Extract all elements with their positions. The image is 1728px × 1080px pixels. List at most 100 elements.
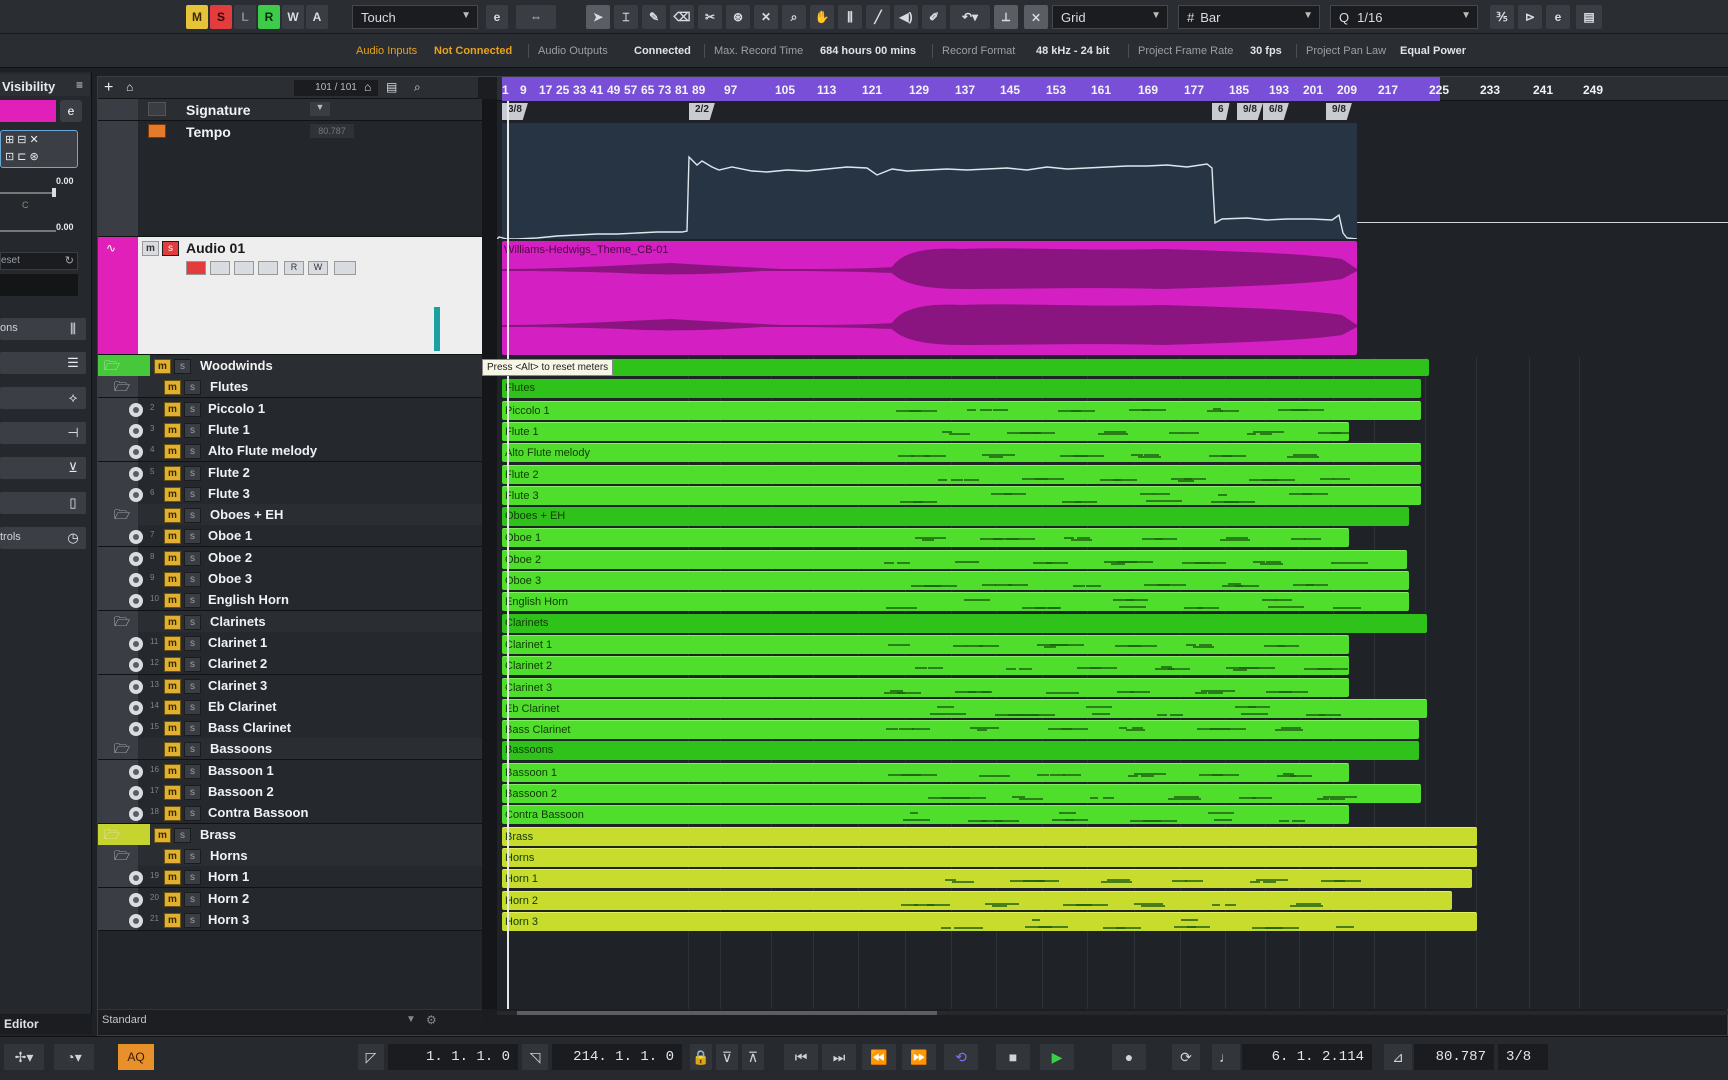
mute-button[interactable]: m [164, 912, 181, 928]
record-enable-button[interactable] [129, 551, 143, 566]
solo-button[interactable]: s [184, 848, 201, 864]
solo-button[interactable]: s [184, 891, 201, 907]
solo-button[interactable]: s [184, 550, 201, 566]
go-to-end-icon[interactable]: ⏭ [822, 1044, 856, 1070]
instrument-track[interactable]: 21 m s Horn 3 [98, 908, 482, 931]
midi-part[interactable]: Flute 1 [502, 421, 1349, 441]
stop-icon[interactable]: ■ [996, 1044, 1030, 1070]
editor-tab[interactable]: Editor [0, 1014, 92, 1034]
record-icon[interactable]: ● [1112, 1044, 1146, 1070]
scrollbar-thumb[interactable] [517, 1011, 937, 1015]
midi-part[interactable]: Clarinet 1 [502, 634, 1349, 654]
record-enable-button[interactable] [129, 530, 143, 545]
solo-button[interactable]: s [184, 572, 201, 587]
record-enable-button[interactable] [129, 871, 143, 886]
instrument-track[interactable]: 10 m s English Horn [98, 589, 482, 612]
lanes-button[interactable] [334, 261, 356, 275]
signature-track[interactable]: Signature ▼ [98, 99, 482, 121]
instrument-track[interactable]: 5 m s Flute 2 [98, 461, 482, 484]
midi-part[interactable]: Oboe 3 [502, 571, 1409, 590]
position-display[interactable]: 6. 1. 2.114 [1242, 1044, 1372, 1070]
horizontal-scrollbar[interactable] [497, 1011, 1728, 1015]
folder-track[interactable]: 🗁 m s Oboes + EH [98, 504, 482, 527]
mute-button[interactable]: m [164, 550, 181, 566]
solo-button[interactable]: s [184, 785, 201, 800]
instrument-track[interactable]: 11 m s Clarinet 1 [98, 631, 482, 654]
solo-button[interactable]: s [184, 614, 201, 630]
instrument-track[interactable]: 7 m s Oboe 1 [98, 525, 482, 548]
instrument-track[interactable]: 9 m s Oboe 3 [98, 568, 482, 590]
folder-icon[interactable]: 🗁 [114, 614, 134, 630]
mute-button[interactable]: m [164, 721, 181, 737]
instrument-track[interactable]: 6 m s Flute 3 [98, 482, 482, 505]
track-presets-icon[interactable]: ⌂ [126, 80, 133, 94]
solo-button[interactable]: s [184, 870, 201, 886]
audio-track[interactable]: ∿ m s Audio 01 R W [98, 237, 482, 355]
folder-track[interactable]: 🗁 m s Brass [98, 823, 482, 846]
draw-tool-icon[interactable]: ✎ [642, 5, 666, 29]
record-enable-button[interactable] [129, 807, 143, 822]
record-enable-button[interactable] [129, 423, 143, 438]
solo-button[interactable]: s [184, 763, 201, 779]
timeline-ruler[interactable]: 1 9 17 25 33 41 49 57 65 73 81 89 97 105 113 121 129 137 1… [497, 77, 1728, 101]
lock-icon[interactable] [148, 102, 166, 116]
mute-button[interactable]: m [164, 870, 181, 886]
midi-part[interactable]: Horn 1 [502, 869, 1472, 889]
mute-button[interactable]: m [164, 444, 181, 460]
record-enable-button[interactable] [129, 892, 143, 907]
track-color-bar[interactable] [0, 100, 56, 122]
midi-part[interactable]: Oboe 2 [502, 549, 1407, 569]
mute-button[interactable]: m [164, 529, 181, 545]
tool-select-icon[interactable]: ✢▾ [4, 1044, 44, 1070]
midi-part[interactable]: Clarinet 3 [502, 677, 1349, 697]
routing-icons[interactable]: ⊡ ⊏ ⊛ [5, 150, 39, 163]
record-enable-button[interactable] [129, 445, 143, 460]
add-track-icon[interactable]: + [104, 79, 113, 97]
instrument-track[interactable]: 13 m s Clarinet 3 [98, 674, 482, 697]
folder-icon[interactable]: 🗁 [114, 507, 134, 523]
tempo-display[interactable]: 80.787 [1414, 1044, 1494, 1070]
inspector-section-notepad[interactable]: ▯ [0, 492, 86, 514]
midi-part[interactable]: Contra Bassoon [502, 805, 1349, 825]
write-automation-button[interactable]: W [308, 261, 328, 275]
mute-button[interactable]: m [164, 486, 181, 502]
hand-tool-icon[interactable]: ✋ [810, 5, 834, 29]
mute-button[interactable]: m [164, 657, 181, 673]
record-enable-button[interactable] [129, 786, 143, 800]
inspector-section-sends[interactable]: ⊻ [0, 457, 86, 479]
volume-slider-handle[interactable] [52, 188, 56, 197]
track-controls-box[interactable]: ⊞ ⊟ ✕ ⊡ ⊏ ⊛ [0, 130, 78, 168]
folder-icon[interactable]: 🗁 [104, 358, 124, 374]
solo-button[interactable]: s [184, 699, 201, 715]
folder-part[interactable]: Clarinets [502, 613, 1427, 633]
mute-button[interactable]: m [164, 763, 181, 779]
grid-type-select[interactable]: # Bar ▼ [1178, 5, 1320, 29]
tempo-mode-icon[interactable]: ⊿ [1384, 1044, 1412, 1070]
menu-icon[interactable]: ≡ [76, 78, 83, 92]
preset-field[interactable]: eset ↻ [0, 252, 78, 270]
solo-button[interactable]: s [174, 827, 191, 843]
autoscroll-icon[interactable]: ⇔ [516, 5, 556, 29]
midi-part[interactable]: Horn 2 [502, 890, 1452, 910]
quantize-select[interactable]: Q 1/16 ▼ [1330, 5, 1478, 29]
play-tool-icon[interactable]: ◀) [894, 5, 918, 29]
performance-icon[interactable]: ◔▾ [54, 1044, 94, 1070]
go-to-start-icon[interactable]: ⏮ [784, 1044, 818, 1070]
edit-history-icon[interactable]: ↶▾ [950, 5, 990, 29]
solo-button[interactable]: s [184, 422, 201, 438]
record-enable-button[interactable] [186, 261, 206, 275]
monitor-icons[interactable]: ⊞ ⊟ ✕ [5, 133, 39, 146]
folder-part[interactable] [502, 359, 1429, 376]
mute-tool-icon[interactable]: ✕ [754, 5, 778, 29]
color-tool-icon[interactable]: ✐ [922, 5, 946, 29]
tempo-track[interactable]: Tempo 80.787 [98, 121, 482, 237]
midi-part[interactable]: Alto Flute melody [502, 443, 1421, 463]
record-enable-button[interactable] [129, 700, 143, 715]
audio-event[interactable]: Williams-Hedwigs_Theme_CB-01 [502, 241, 1357, 355]
volume-slider[interactable] [0, 192, 56, 194]
mute-button[interactable]: m [164, 678, 181, 694]
midi-part[interactable]: English Horn [502, 592, 1409, 612]
folder-part[interactable]: Brass [502, 826, 1477, 846]
record-enable-button[interactable] [129, 658, 143, 673]
gear-icon[interactable]: ⚙ [426, 1013, 437, 1027]
